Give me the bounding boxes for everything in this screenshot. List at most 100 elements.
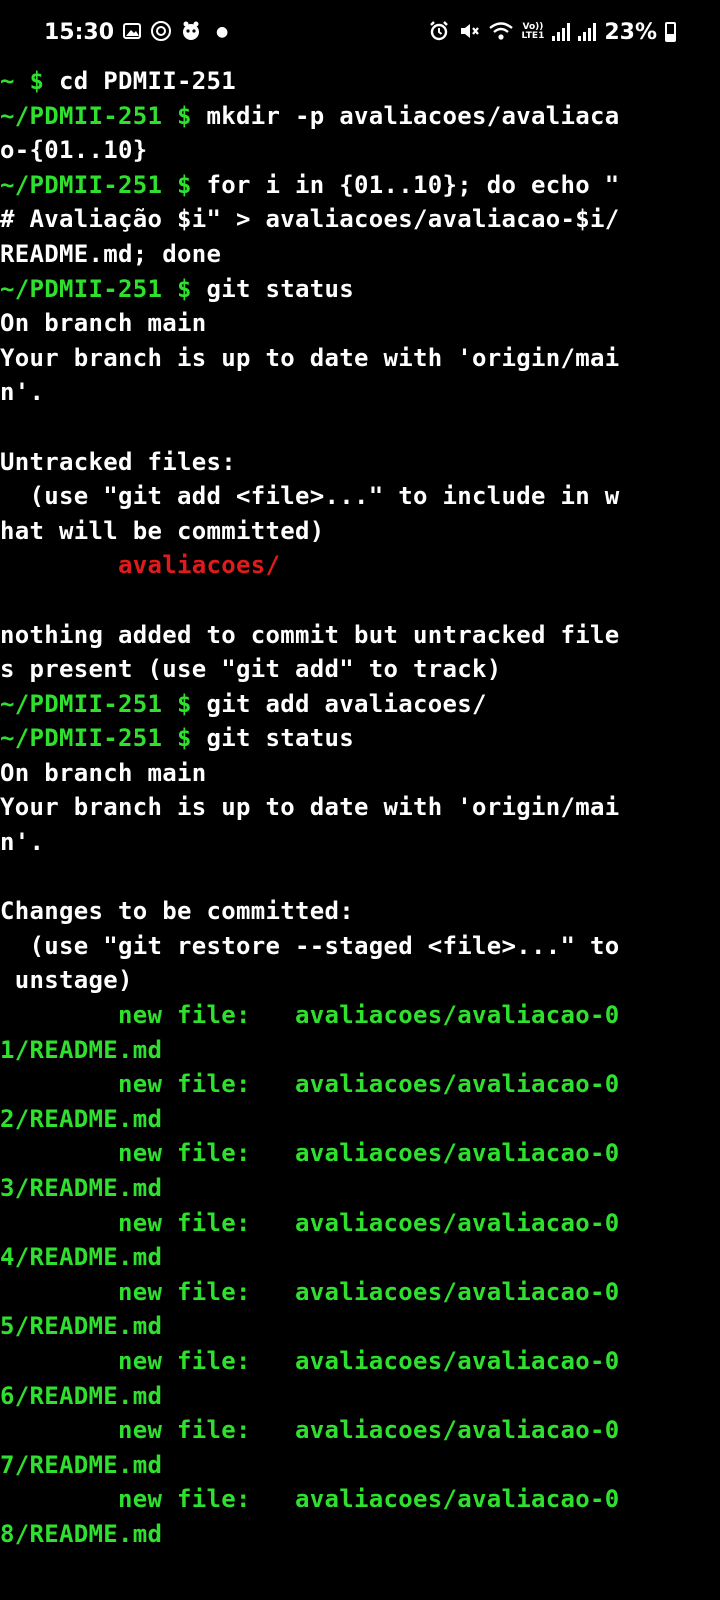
terminal-text: new file: avaliacoes/avaliacao-0 [0, 1277, 620, 1306]
terminal-line: 1/README.md [0, 1033, 720, 1068]
dot-icon: ● [216, 24, 229, 40]
terminal-line: n'. [0, 375, 720, 410]
terminal-line: new file: avaliacoes/avaliacao-0 [0, 1206, 720, 1241]
terminal-text: new file: avaliacoes/avaliacao-0 [0, 1001, 620, 1030]
terminal-text: new file: avaliacoes/avaliacao-0 [0, 1485, 620, 1514]
terminal-text: 6/README.md [0, 1381, 163, 1410]
terminal-line: ~/PDMII-251 $ git status [0, 272, 720, 307]
terminal-text: git status [206, 274, 354, 303]
terminal-text: 3/README.md [0, 1174, 163, 1202]
terminal-text: Your branch is up to date with 'origin/m… [0, 343, 620, 372]
terminal-text: nothing added to commit but untracked fi… [0, 620, 620, 649]
terminal-line: ~/PDMII-251 $ git status [0, 721, 720, 756]
terminal-text: Your branch is up to date with 'origin/m… [0, 793, 620, 822]
status-bar: 15:30 ● Vo)) LTE1 23% [0, 0, 720, 64]
terminal-line: 7/README.md [0, 1448, 720, 1483]
terminal-line: nothing added to commit but untracked fi… [0, 618, 720, 653]
terminal-text: 7/README.md [0, 1450, 163, 1479]
terminal-line: 3/README.md [0, 1171, 720, 1206]
terminal-line: (use "git restore --staged <file>..." to [0, 929, 720, 964]
terminal-text: 1/README.md [0, 1035, 163, 1064]
terminal-text: 5/README.md [0, 1312, 163, 1341]
terminal-text: s present (use "git add" to track) [0, 655, 502, 684]
terminal-text: unstage) [0, 966, 133, 995]
terminal-line: new file: avaliacoes/avaliacao-0 [0, 1136, 720, 1171]
terminal-text: n'. [0, 828, 45, 857]
terminal-line: ~/PDMII-251 $ git add avaliacoes/ [0, 687, 720, 722]
terminal-line: ~/PDMII-251 $ for i in {01..10}; do echo… [0, 168, 720, 203]
terminal-text: 2/README.md [0, 1104, 163, 1133]
terminal-text: 4/README.md [0, 1243, 163, 1272]
terminal-line: # Avaliação $i" > avaliacoes/avaliacao-$… [0, 202, 720, 237]
terminal-line: Your branch is up to date with 'origin/m… [0, 341, 720, 376]
terminal-text: (use "git add <file>..." to include in w [0, 482, 620, 511]
clock: 15:30 [44, 19, 115, 45]
shell-prompt: ~/PDMII-251 $ [0, 101, 207, 130]
shell-prompt: ~/PDMII-251 $ [0, 724, 207, 753]
terminal-line: new file: avaliacoes/avaliacao-0 [0, 1275, 720, 1310]
terminal-text: # Avaliação $i" > avaliacoes/avaliacao-$… [0, 205, 620, 234]
terminal-text: mkdir -p avaliacoes/avaliaca [206, 101, 620, 130]
terminal-line: On branch main [0, 306, 720, 341]
terminal-text: n'. [0, 378, 45, 407]
terminal-text: new file: avaliacoes/avaliacao-0 [0, 1139, 620, 1168]
terminal-line: On branch main [0, 756, 720, 791]
signal-icon [552, 23, 571, 41]
battery-icon [665, 22, 676, 42]
terminal-text: new file: avaliacoes/avaliacao-0 [0, 1416, 620, 1445]
assistant-icon [180, 20, 202, 45]
terminal-line: new file: avaliacoes/avaliacao-0 [0, 1413, 720, 1448]
terminal-text: new file: avaliacoes/avaliacao-0 [0, 1346, 620, 1375]
terminal-line: Changes to be committed: [0, 894, 720, 929]
terminal-line: 4/README.md [0, 1240, 720, 1275]
terminal-text: README.md; done [0, 239, 222, 268]
terminal-text: hat will be committed) [0, 516, 325, 545]
terminal-line: README.md; done [0, 237, 720, 272]
mute-icon [458, 20, 480, 45]
terminal-line: new file: avaliacoes/avaliacao-0 [0, 1482, 720, 1517]
alarm-icon [428, 20, 450, 45]
terminal-line: Untracked files: [0, 445, 720, 480]
terminal-line: 5/README.md [0, 1309, 720, 1344]
terminal-text: On branch main [0, 309, 207, 338]
terminal-line: o-{01..10} [0, 133, 720, 168]
battery-percent: 23% [604, 19, 657, 45]
terminal-line: ~ $ cd PDMII-251 [0, 64, 720, 99]
terminal-text: cd PDMII-251 [59, 67, 236, 95]
terminal-text: avaliacoes/ [118, 551, 281, 580]
terminal-line: 6/README.md [0, 1379, 720, 1414]
terminal-text: git status [206, 724, 354, 753]
terminal-line: hat will be committed) [0, 514, 720, 549]
shell-prompt: ~/PDMII-251 $ [0, 170, 207, 199]
terminal-line: 8/README.md [0, 1517, 720, 1552]
terminal-line: n'. [0, 825, 720, 860]
wifi-icon [488, 20, 514, 45]
terminal-line: unstage) [0, 963, 720, 998]
shell-prompt: ~/PDMII-251 $ [0, 274, 207, 303]
status-bar-left: 15:30 ● [44, 20, 228, 45]
lte-label: LTE1 [521, 31, 545, 41]
terminal-text: git add avaliacoes/ [206, 689, 487, 718]
terminal-line: new file: avaliacoes/avaliacao-0 [0, 1067, 720, 1102]
terminal-text: On branch main [0, 758, 207, 787]
terminal-text: 8/README.md [0, 1519, 163, 1548]
terminal-text: Untracked files: [0, 447, 236, 476]
terminal-line: (use "git add <file>..." to include in w [0, 479, 720, 514]
terminal-line: new file: avaliacoes/avaliacao-0 [0, 998, 720, 1033]
shell-prompt: ~/PDMII-251 $ [0, 689, 207, 718]
terminal-line: Your branch is up to date with 'origin/m… [0, 790, 720, 825]
terminal-line: ~/PDMII-251 $ mkdir -p avaliacoes/avalia… [0, 99, 720, 134]
network-type-label: Vo)) LTE1 [522, 23, 545, 41]
status-bar-right: Vo)) LTE1 23% [428, 20, 676, 45]
terminal-text: new file: avaliacoes/avaliacao-0 [0, 1208, 620, 1237]
shell-prompt: ~ $ [0, 67, 59, 95]
terminal-text: Changes to be committed: [0, 897, 354, 926]
terminal-line: new file: avaliacoes/avaliacao-0 [0, 1344, 720, 1379]
gallery-icon [122, 21, 142, 44]
terminal-line: 2/README.md [0, 1102, 720, 1137]
terminal-output[interactable]: ~ $ cd PDMII-251 ~/PDMII-251 $ mkdir -p a… [0, 64, 720, 1600]
